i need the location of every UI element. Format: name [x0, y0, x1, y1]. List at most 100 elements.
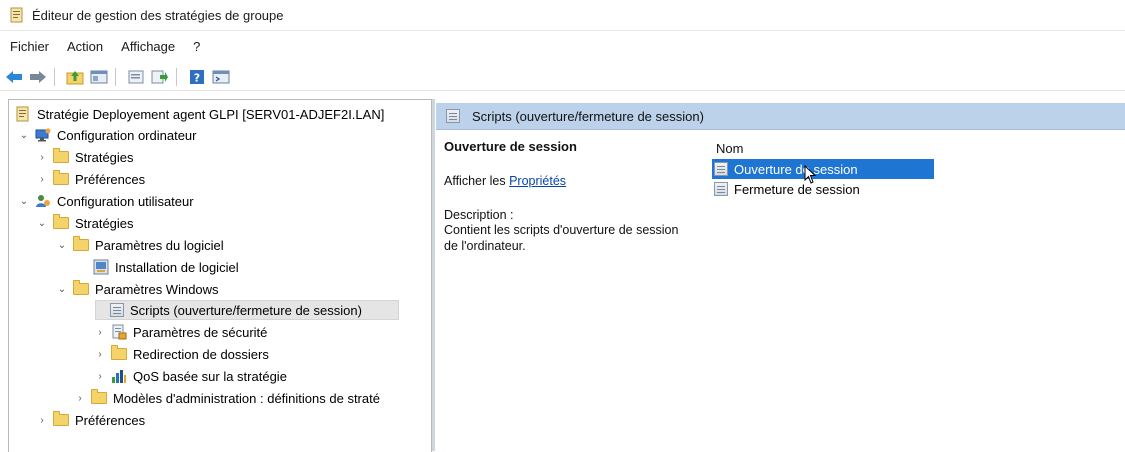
tree-item-label: Paramètres du logiciel [95, 237, 224, 253]
description-label: Description : [444, 208, 514, 222]
tree-item-label: Scripts (ouverture/fermeture de session) [130, 302, 362, 318]
properties-icon[interactable] [126, 67, 146, 87]
tree-item-redirection-de-dossiers[interactable]: › Redirection de dossiers [95, 344, 269, 364]
chevron-down-icon[interactable]: ⌄ [19, 130, 29, 141]
tree-item-label: Stratégies [75, 149, 134, 165]
tree-item-modeles-administration[interactable]: › Modèles d'administration : définitions… [75, 388, 380, 408]
list-item-fermeture-de-session[interactable]: Fermeture de session [712, 179, 934, 199]
tree-item-label: Stratégies [75, 215, 134, 231]
tree-item-label: Configuration ordinateur [57, 127, 197, 143]
chevron-down-icon[interactable]: ⌄ [57, 284, 67, 295]
forward-arrow-icon[interactable] [28, 67, 48, 87]
show-properties-line: Afficher les Propriétés [444, 174, 714, 188]
tree-item-parametres-de-securite[interactable]: › Paramètres de sécurité [95, 322, 267, 342]
tree-item-installation-de-logiciel[interactable]: Installation de logiciel [93, 257, 239, 277]
details-header-title: Scripts (ouverture/fermeture de session) [472, 108, 704, 124]
menu-fichier[interactable]: Fichier [10, 39, 49, 54]
list-item-label: Ouverture de session [734, 161, 858, 177]
tree-item-preferences-ordinateur[interactable]: › Préférences [37, 169, 145, 189]
export-list-icon[interactable] [150, 67, 170, 87]
tree-item-strategies-utilisateur[interactable]: ⌄ Stratégies [37, 213, 134, 233]
details-header: Scripts (ouverture/fermeture de session) [436, 103, 1125, 130]
extended-description: Ouverture de session Afficher les Propri… [444, 139, 714, 254]
column-header-nom[interactable]: Nom [712, 137, 1125, 159]
menu-affichage[interactable]: Affichage [121, 39, 175, 54]
chevron-down-icon[interactable]: ⌄ [19, 196, 29, 207]
menu-action[interactable]: Action [67, 39, 103, 54]
chevron-right-icon[interactable]: › [37, 415, 47, 426]
chevron-right-icon[interactable]: › [37, 174, 47, 185]
chevron-right-icon[interactable]: › [95, 327, 105, 338]
description-text: Contient les scripts d'ouverture de sess… [444, 223, 679, 253]
script-icon [110, 303, 124, 317]
chevron-right-icon[interactable]: › [75, 393, 85, 404]
up-folder-icon[interactable] [65, 67, 85, 87]
chevron-right-icon[interactable]: › [95, 371, 105, 382]
mouse-cursor-icon [804, 164, 818, 188]
chevron-down-icon[interactable]: ⌄ [57, 240, 67, 251]
chevron-down-icon[interactable]: ⌄ [37, 218, 47, 229]
tree-item-label: Paramètres de sécurité [133, 324, 268, 340]
list-item-ouverture-de-session[interactable]: Ouverture de session [712, 159, 934, 179]
folder-icon [53, 214, 69, 229]
folder-icon [91, 389, 107, 404]
tree-item-label: Préférences [75, 171, 146, 187]
tree-item-label: Paramètres Windows [95, 281, 219, 297]
selected-item-title: Ouverture de session [444, 139, 577, 154]
bar-chart-icon [111, 368, 127, 384]
script-icon [446, 109, 460, 123]
toolbar-separator [115, 68, 116, 86]
toolbar-separator [54, 68, 55, 86]
console-icon[interactable] [211, 67, 231, 87]
tree-item-label: Redirection de dossiers [133, 346, 269, 362]
tree-item-label: QoS basée sur la stratégie [133, 368, 287, 384]
back-arrow-icon[interactable] [4, 67, 24, 87]
folder-icon [73, 236, 89, 251]
list-item-label: Fermeture de session [734, 181, 860, 197]
tree-item-configuration-utilisateur[interactable]: ⌄ Configuration utilisateur [19, 191, 194, 211]
details-pane: Scripts (ouverture/fermeture de session)… [436, 99, 1125, 451]
tree-item-parametres-du-logiciel[interactable]: ⌄ Paramètres du logiciel [57, 235, 224, 255]
security-settings-icon [111, 324, 127, 340]
user-config-icon [35, 193, 51, 209]
menu-help[interactable]: ? [193, 39, 200, 54]
tree-item-parametres-windows[interactable]: ⌄ Paramètres Windows [57, 279, 219, 299]
tree-item-label: Installation de logiciel [115, 259, 239, 275]
gpo-editor-app-icon [10, 7, 24, 23]
tree-item-label: Modèles d'administration : définitions d… [113, 390, 380, 406]
tree-item-label: Préférences [75, 412, 146, 428]
tree-item-preferences-utilisateur[interactable]: › Préférences [37, 410, 145, 430]
tree-item-strategies-ordinateur[interactable]: › Stratégies [37, 147, 134, 167]
tree-root[interactable]: Stratégie Deployement agent GLPI [SERV01… [15, 104, 384, 124]
script-icon [714, 162, 728, 176]
menu-bar: Fichier Action Affichage ? [0, 35, 208, 57]
script-icon [714, 182, 728, 196]
chevron-right-icon[interactable]: › [95, 349, 105, 360]
tree-item-configuration-ordinateur[interactable]: ⌄ Configuration ordinateur [19, 125, 197, 145]
folder-icon [53, 411, 69, 426]
folder-icon [53, 148, 69, 163]
title-bar: Éditeur de gestion des stratégies de gro… [0, 0, 1125, 31]
help-icon[interactable]: ? [187, 67, 207, 87]
properties-link[interactable]: Propriétés [509, 174, 566, 188]
tree-item-scripts[interactable]: Scripts (ouverture/fermeture de session) [95, 300, 399, 320]
toolbar-separator [176, 68, 177, 86]
window-title: Éditeur de gestion des stratégies de gro… [32, 7, 284, 23]
console-tree: Stratégie Deployement agent GLPI [SERV01… [8, 99, 432, 452]
tree-root-label: Stratégie Deployement agent GLPI [SERV01… [37, 106, 385, 122]
tree-item-qos[interactable]: › QoS basée sur la stratégie [95, 366, 287, 386]
pane-splitter[interactable] [432, 99, 435, 451]
scripts-list: Nom Ouverture de session Fermeture de se… [712, 137, 1125, 199]
software-installation-icon [93, 259, 109, 275]
show-hide-tree-icon[interactable] [89, 67, 109, 87]
computer-config-icon [35, 127, 51, 143]
folder-icon [111, 345, 127, 360]
folder-icon [73, 280, 89, 295]
chevron-right-icon[interactable]: › [37, 152, 47, 163]
tree-item-label: Configuration utilisateur [57, 193, 194, 209]
folder-icon [53, 170, 69, 185]
svg-text:?: ? [194, 72, 200, 85]
show-properties-prefix: Afficher les [444, 174, 510, 188]
toolbar: ? [0, 64, 1125, 91]
gpo-document-icon [15, 106, 31, 122]
